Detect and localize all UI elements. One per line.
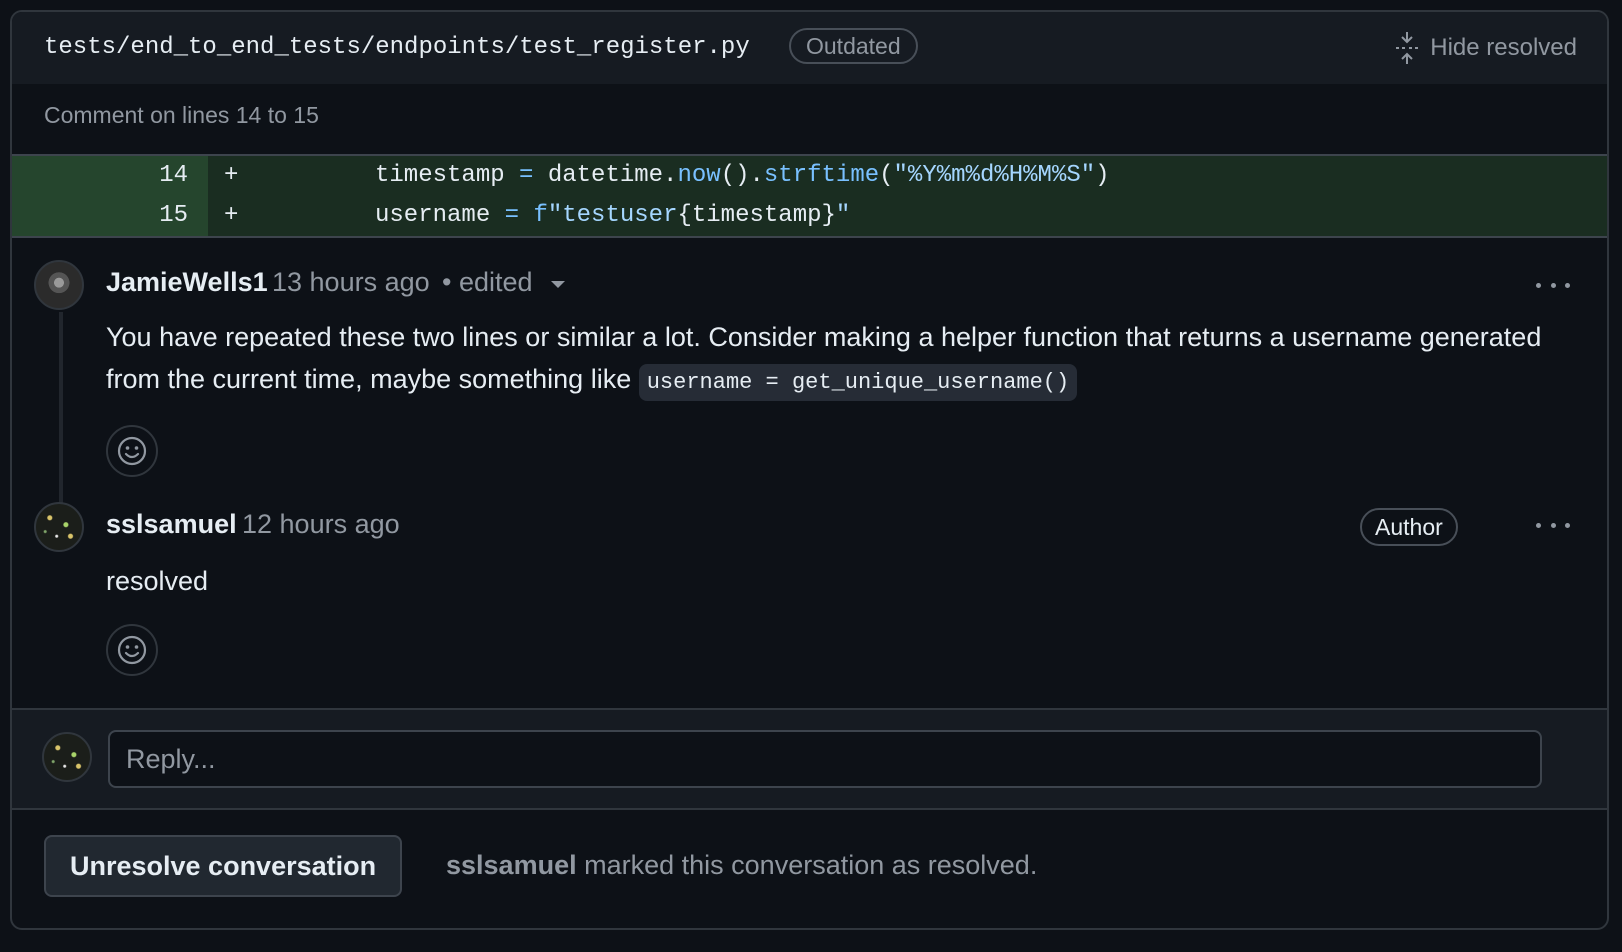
comment-options-button[interactable]	[1536, 278, 1570, 292]
fold-icon	[1396, 32, 1419, 64]
dot	[1536, 282, 1541, 288]
comment-author[interactable]: sslsamuel	[106, 509, 237, 540]
add-reaction-button[interactable]	[106, 425, 158, 477]
avatar[interactable]	[34, 260, 84, 310]
chevron-down-icon	[550, 281, 565, 288]
thread-header: tests/end_to_end_tests/endpoints/test_re…	[12, 12, 1607, 84]
comment-range-label: Comment on lines 14 to 15	[44, 102, 319, 128]
diff-snippet: 14 + timestamp = datetime.now().strftime…	[12, 154, 1607, 238]
resolved-text: marked this conversation as resolved.	[584, 850, 1038, 880]
comment-body: You have repeated these two lines or sim…	[106, 316, 1546, 404]
code-line: username = f"testuser{timestamp}"	[375, 202, 851, 229]
add-reaction-button[interactable]	[106, 624, 158, 676]
unresolve-conversation-button[interactable]: Unresolve conversation	[44, 835, 403, 897]
diff-added-marker: +	[224, 202, 239, 229]
edited-label: • edited	[442, 267, 533, 297]
resolver-name[interactable]: sslsamuel	[446, 850, 577, 880]
diff-added-marker: +	[224, 162, 239, 189]
comment-options-button[interactable]	[1536, 518, 1570, 532]
comment-timestamp[interactable]: 13 hours ago	[272, 267, 430, 298]
reply-input[interactable]	[108, 730, 1542, 788]
dot	[1565, 522, 1570, 528]
inline-code: username = get_unique_username()	[638, 364, 1078, 401]
resolved-status: sslsamuel marked this conversation as re…	[446, 850, 1037, 881]
dot	[1550, 522, 1556, 528]
diff-line: 15 + username = f"testuser{timestamp}"	[12, 196, 1607, 236]
line-number: 14	[12, 156, 208, 196]
review-thread: tests/end_to_end_tests/endpoints/test_re…	[10, 10, 1609, 930]
avatar	[42, 732, 92, 782]
divider	[12, 808, 1607, 810]
hide-resolved-button[interactable]: Hide resolved	[1394, 32, 1577, 64]
dot	[1536, 522, 1541, 528]
outdated-badge: Outdated	[789, 28, 918, 64]
comment-body: resolved	[106, 566, 209, 596]
edited-dropdown[interactable]: • edited	[442, 267, 565, 298]
smiley-icon	[117, 635, 147, 665]
thread-connector	[59, 312, 63, 524]
dot	[1550, 282, 1556, 288]
reply-area	[12, 710, 1607, 808]
author-badge: Author	[1360, 508, 1458, 546]
comment-author[interactable]: JamieWells1	[106, 267, 268, 298]
line-number: 15	[12, 196, 208, 236]
file-path-link[interactable]: tests/end_to_end_tests/endpoints/test_re…	[44, 34, 750, 61]
dot	[1565, 282, 1570, 288]
comment-timestamp[interactable]: 12 hours ago	[242, 509, 400, 540]
smiley-icon	[117, 436, 147, 466]
diff-line: 14 + timestamp = datetime.now().strftime…	[12, 156, 1607, 196]
avatar[interactable]	[34, 502, 84, 552]
hide-resolved-label: Hide resolved	[1430, 34, 1577, 61]
code-line: timestamp = datetime.now().strftime("%Y%…	[375, 162, 1110, 189]
